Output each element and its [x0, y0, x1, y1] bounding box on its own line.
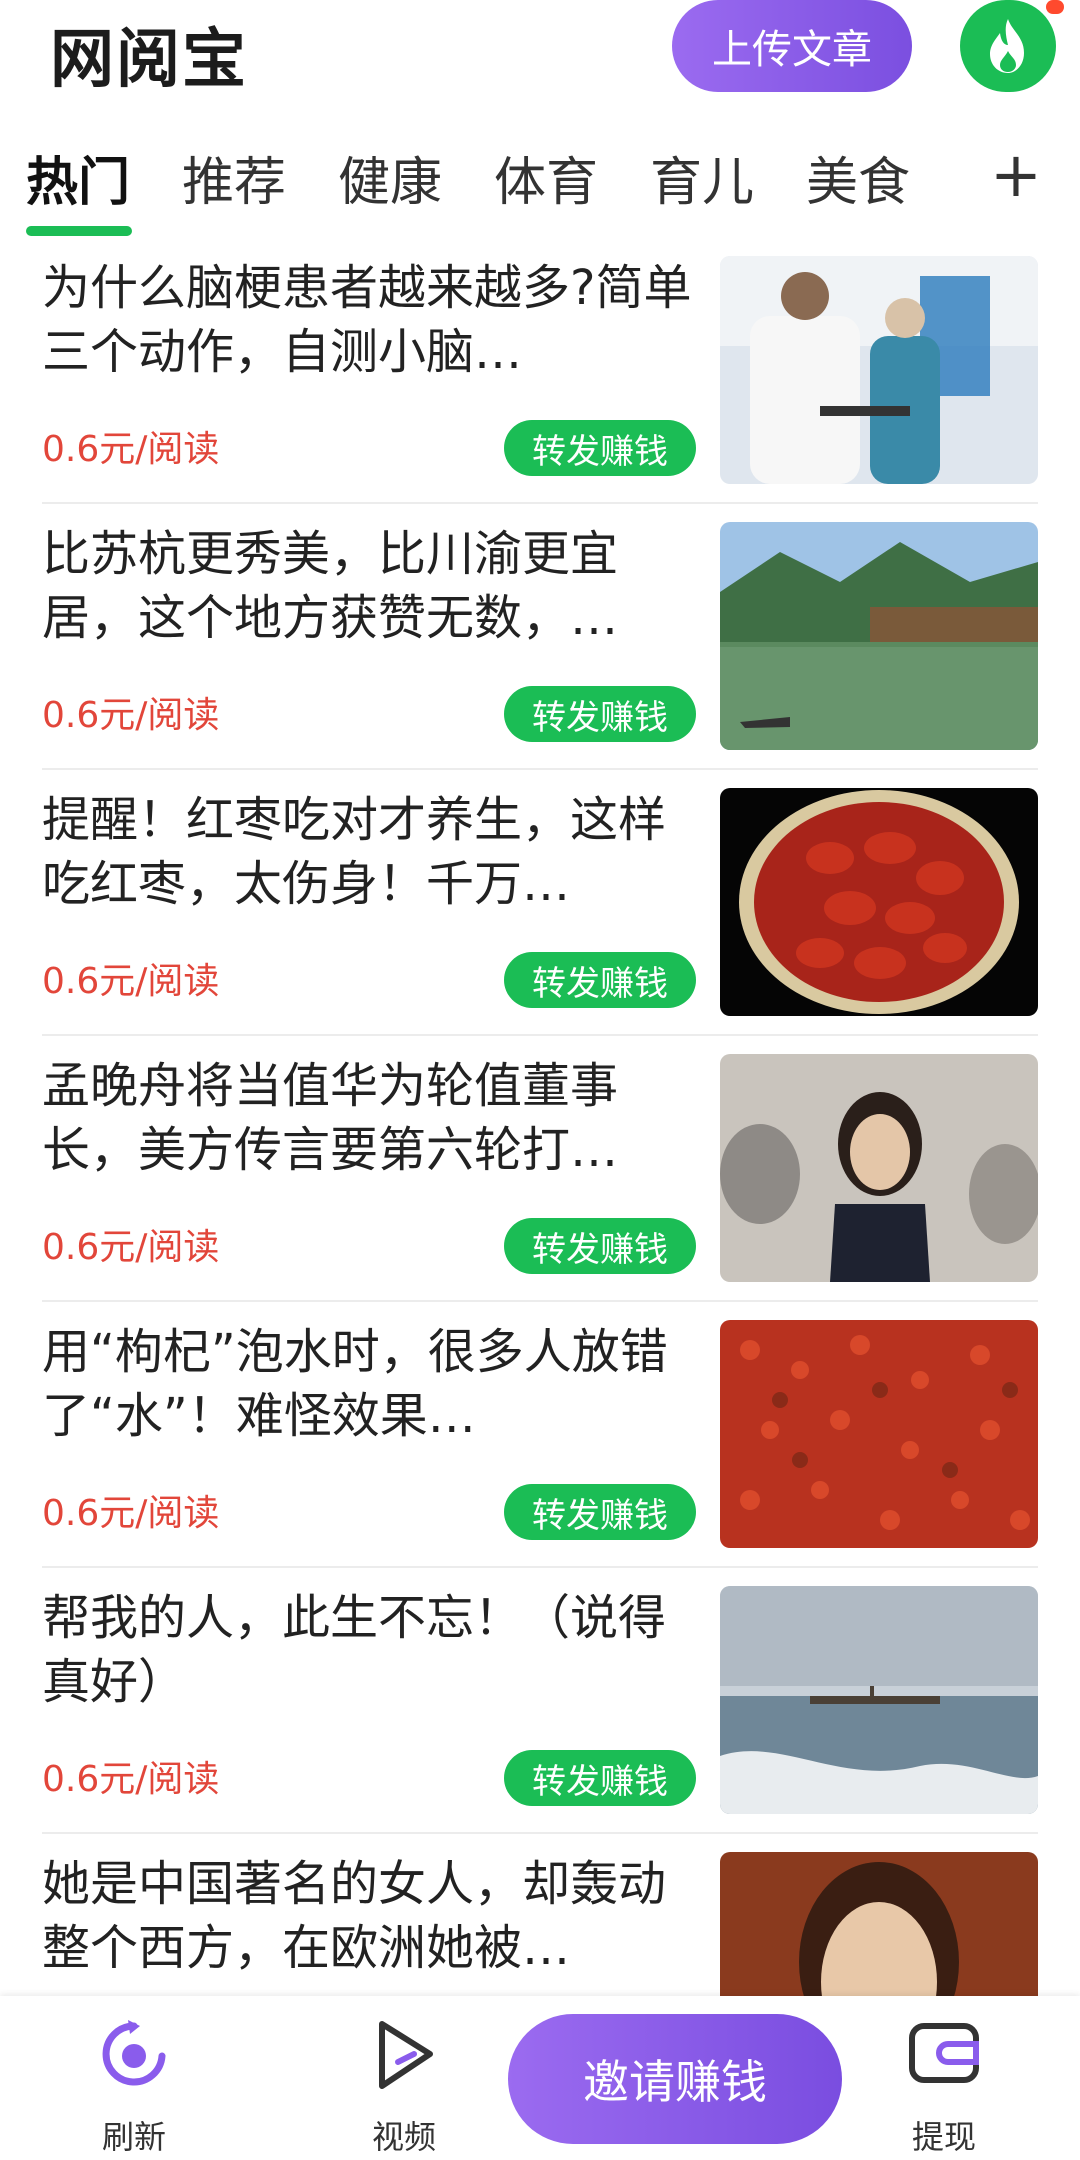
nav-video[interactable]: 视频 [344, 2016, 464, 2156]
article-thumbnail[interactable] [720, 788, 1038, 1016]
article-card[interactable]: 帮我的人，此生不忘！（说得真好） 0.6元/阅读 转发赚钱 [0, 1570, 1080, 1836]
share-earn-button[interactable]: 转发赚钱 [504, 1484, 696, 1540]
article-thumbnail[interactable] [720, 1320, 1038, 1548]
article-title[interactable]: 用“枸杞”泡水时，很多人放错了“水”！难怪效果… [42, 1320, 692, 1448]
share-earn-button[interactable]: 转发赚钱 [504, 952, 696, 1008]
card-divider [42, 1034, 1038, 1036]
share-earn-button[interactable]: 转发赚钱 [504, 686, 696, 742]
article-card[interactable]: 比苏杭更秀美，比川渝更宜居，这个地方获赞无数，… 0.6元/阅读 转发赚钱 [0, 506, 1080, 772]
card-divider [42, 768, 1038, 770]
nav-withdraw[interactable]: 提现 [884, 2016, 1004, 2156]
article-thumbnail[interactable] [720, 1586, 1038, 1814]
category-tabs: 热门 推荐 健康 体育 育儿 美食 + [0, 130, 1080, 240]
tab-health[interactable]: 健康 [338, 140, 442, 215]
tab-recommend[interactable]: 推荐 [182, 140, 286, 215]
tab-sports[interactable]: 体育 [494, 140, 598, 215]
article-card[interactable]: 为什么脑梗患者越来越多?简单三个动作，自测小脑… 0.6元/阅读 转发赚钱 [0, 240, 1080, 506]
nav-video-label: 视频 [371, 2118, 436, 2156]
hot-button[interactable] [960, 0, 1056, 92]
tab-parenting[interactable]: 育儿 [650, 140, 754, 215]
article-thumbnail[interactable] [720, 1054, 1038, 1282]
bottom-navigation: 刷新 视频 邀请赚钱 提现 [0, 1996, 1080, 2160]
upload-article-button[interactable]: 上传文章 [672, 0, 912, 92]
article-card[interactable]: 提醒！红枣吃对才养生，这样吃红枣，太伤身！千万… 0.6元/阅读 转发赚钱 [0, 772, 1080, 1038]
share-earn-button[interactable]: 转发赚钱 [504, 1750, 696, 1806]
article-card[interactable]: 用“枸杞”泡水时，很多人放错了“水”！难怪效果… 0.6元/阅读 转发赚钱 [0, 1304, 1080, 1570]
article-price: 0.6元/阅读 [42, 961, 220, 1002]
app-title: 网阅宝 [50, 23, 248, 97]
article-title[interactable]: 比苏杭更秀美，比川渝更宜居，这个地方获赞无数，… [42, 522, 692, 650]
add-tab-button[interactable]: + [990, 138, 1042, 211]
play-icon [379, 2021, 433, 2089]
share-earn-button[interactable]: 转发赚钱 [504, 1218, 696, 1274]
notification-dot [1046, 0, 1064, 14]
app-header: 网阅宝 上传文章 [0, 0, 1080, 120]
card-divider [42, 502, 1038, 504]
nav-withdraw-label: 提现 [911, 2118, 976, 2156]
tab-hot[interactable]: 热门 [26, 140, 130, 215]
article-title[interactable]: 为什么脑梗患者越来越多?简单三个动作，自测小脑… [42, 256, 692, 384]
tab-food[interactable]: 美食 [806, 140, 910, 215]
invite-earn-button[interactable]: 邀请赚钱 [508, 2014, 842, 2144]
nav-refresh[interactable]: 刷新 [74, 2016, 194, 2156]
article-price: 0.6元/阅读 [42, 695, 220, 736]
flame-icon [990, 19, 1024, 73]
card-divider [42, 1300, 1038, 1302]
article-card[interactable]: 孟晚舟将当值华为轮值董事长，美方传言要第六轮打… 0.6元/阅读 转发赚钱 [0, 1038, 1080, 1304]
share-earn-button[interactable]: 转发赚钱 [504, 420, 696, 476]
article-title[interactable]: 帮我的人，此生不忘！（说得真好） [42, 1586, 692, 1714]
refresh-icon [102, 2020, 166, 2086]
active-tab-indicator [26, 226, 132, 236]
article-price: 0.6元/阅读 [42, 1759, 220, 1800]
article-title[interactable]: 她是中国著名的女人，却轰动整个西方，在欧洲她被… [42, 1852, 692, 1980]
article-title[interactable]: 孟晚舟将当值华为轮值董事长，美方传言要第六轮打… [42, 1054, 692, 1182]
article-title[interactable]: 提醒！红枣吃对才养生，这样吃红枣，太伤身！千万… [42, 788, 692, 916]
card-divider [42, 1566, 1038, 1568]
article-thumbnail[interactable] [720, 522, 1038, 750]
article-price: 0.6元/阅读 [42, 1227, 220, 1268]
wallet-icon [909, 2023, 979, 2083]
article-price: 0.6元/阅读 [42, 429, 220, 470]
article-thumbnail[interactable] [720, 256, 1038, 484]
nav-refresh-label: 刷新 [101, 2118, 166, 2156]
article-price: 0.6元/阅读 [42, 1493, 220, 1534]
card-divider [42, 1832, 1038, 1834]
